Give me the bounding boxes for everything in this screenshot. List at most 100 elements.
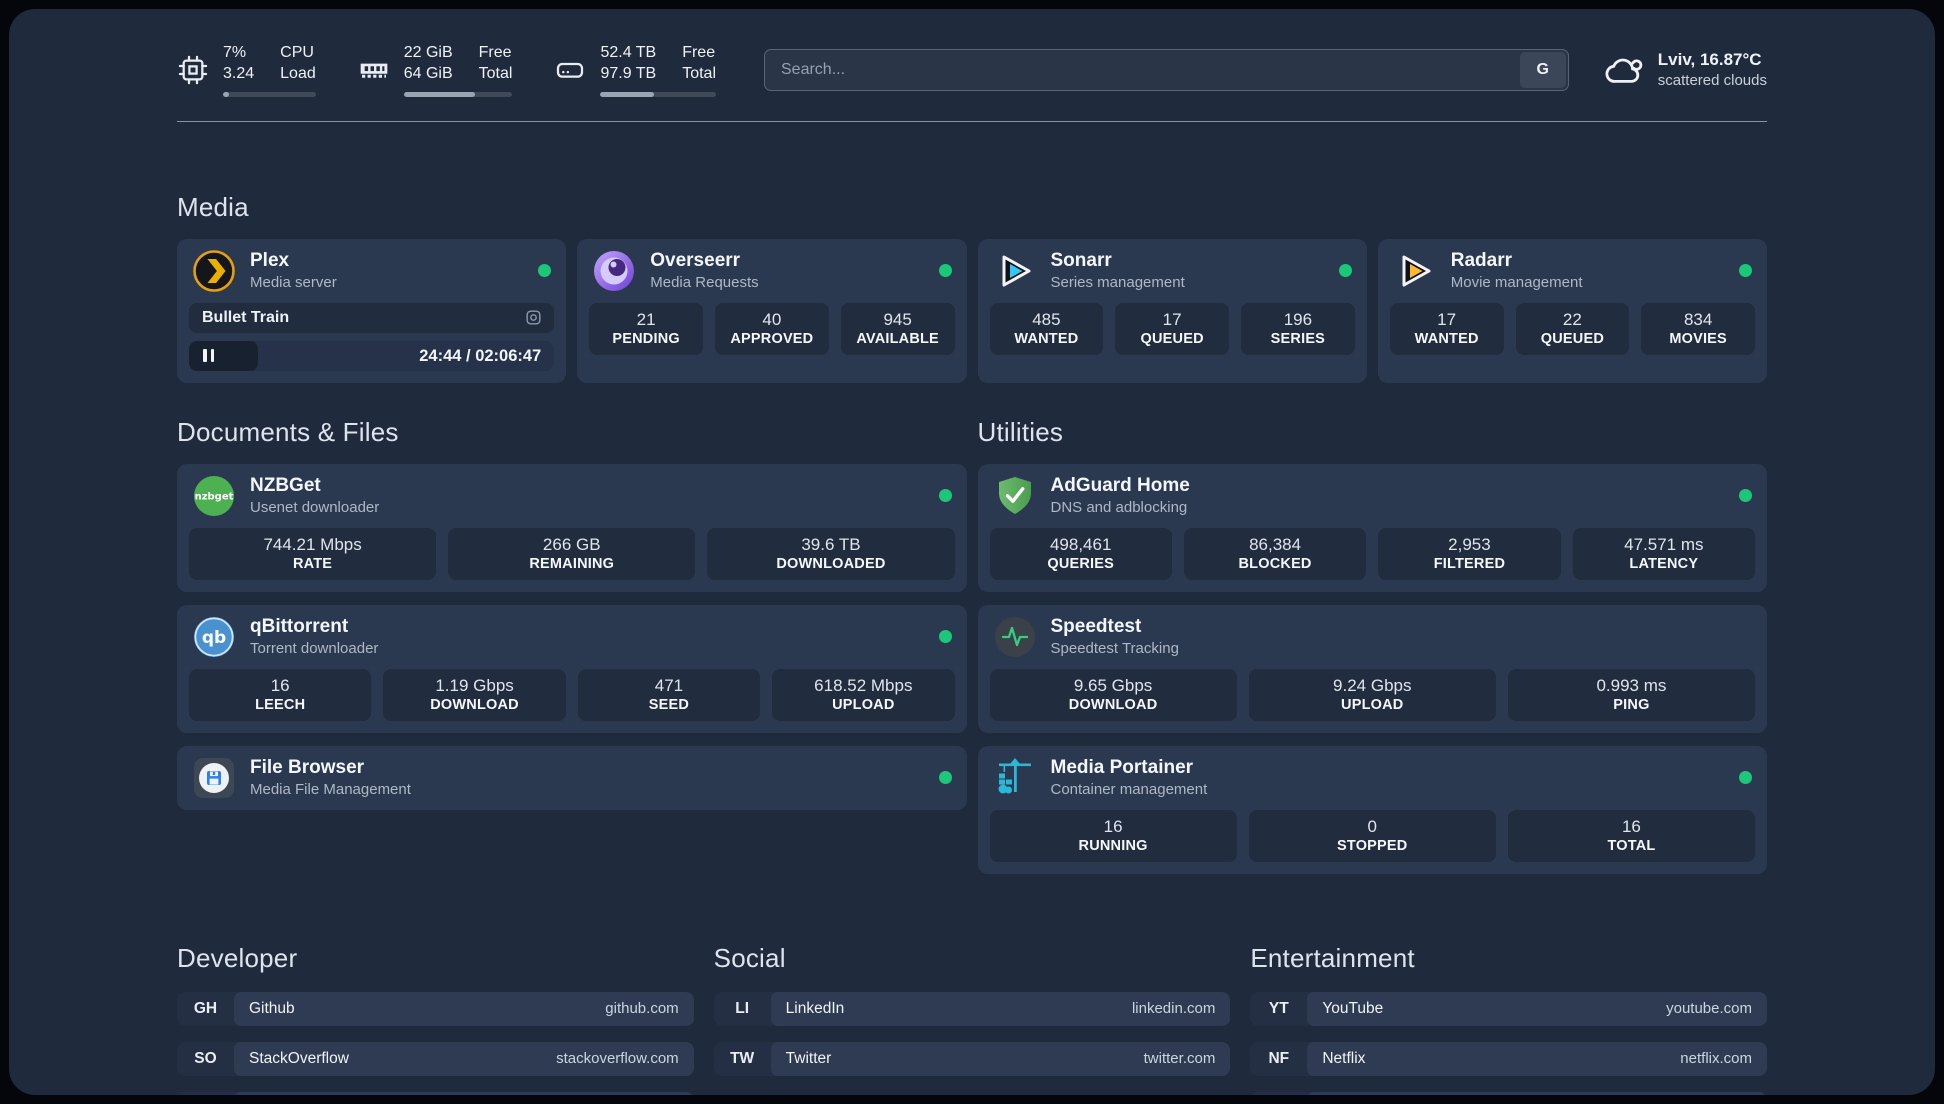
app-card-overseerr[interactable]: Overseerr Media Requests 21 PENDING 40 APP…	[577, 238, 967, 383]
storage-total-label: Total	[682, 64, 716, 82]
app-title: Speedtest	[1050, 615, 1142, 637]
app-card-speedtest[interactable]: Speedtest Speedtest Tracking 9.65 Gbps DO…	[977, 604, 1767, 733]
status-dot	[938, 630, 952, 644]
svg-text:qb: qb	[202, 628, 226, 648]
bookmark-reddit[interactable]: RE Redditreddit.com	[1250, 1091, 1767, 1095]
search-input[interactable]	[764, 48, 1569, 91]
section-title-media: Media	[177, 191, 249, 222]
status-dot	[938, 489, 952, 503]
app-title: AdGuard Home	[1050, 474, 1190, 496]
memory-total-value: 64 GiB	[403, 64, 453, 82]
now-playing-title: Bullet Train	[202, 308, 290, 326]
section-title-developer: Developer	[177, 942, 298, 973]
dashboard-panel: 7% 3.24 CPU Load 22 GiB 64 GiB Free Tota…	[9, 9, 1935, 1095]
app-card-filebrowser[interactable]: File Browser Media File Management	[177, 745, 967, 810]
stat-tile: 9.65 Gbps DOWNLOAD	[989, 668, 1237, 721]
stat-tile: 471 SEED	[577, 668, 761, 721]
weather-location: Lviv, 16.87°C	[1657, 50, 1762, 70]
stat-tile: 744.21 Mbps RATE	[189, 527, 437, 580]
entertainment-section: Entertainment YT YouTube youtube.com NF N…	[1250, 943, 1767, 1095]
pause-button[interactable]	[203, 349, 214, 363]
app-card-sonarr[interactable]: Sonarr Series management 485 WANTED 17 QUE…	[977, 238, 1367, 383]
app-title: Media Portainer	[1050, 756, 1194, 778]
cpu-load-label: Load	[280, 64, 316, 82]
stat-tile: 16 RUNNING	[989, 809, 1237, 862]
stat-tile: 39.6 TB DOWNLOADED	[707, 527, 955, 580]
developer-section: Developer GH Github github.com SO StackOv…	[177, 943, 694, 1095]
stat-tile: 0.993 ms PING	[1507, 668, 1756, 721]
bookmark-linkedin[interactable]: LI LinkedIn linkedin.com	[713, 991, 1231, 1026]
nzbget-icon: nzbget	[192, 474, 236, 518]
bookmark-github[interactable]: GH Github github.com	[177, 991, 694, 1026]
status-dot	[1338, 264, 1352, 278]
storage-icon	[557, 62, 584, 78]
social-section: Social LI LinkedIn linkedin.com TW Twitte…	[713, 942, 1231, 1095]
app-card-nzbget[interactable]: nzbget NZBGet Usenet downloader 744.21 M…	[177, 463, 967, 592]
cpu-usage-value: 7%	[223, 44, 247, 61]
stat-tile: 834 MOVIES	[1641, 302, 1755, 355]
portainer-icon	[993, 756, 1037, 800]
app-card-radarr[interactable]: Radarr Movie management 17 WANTED 22 QUEUE…	[1377, 238, 1767, 383]
topbar: 7% 3.24 CPU Load 22 GiB 64 GiB Free Tota…	[177, 43, 1767, 97]
stat-tile: 485 WANTED	[989, 302, 1104, 355]
memory-stat: 22 GiB 64 GiB Free Total	[358, 43, 513, 97]
app-subtitle: Media File Management	[250, 780, 411, 798]
topbar-divider	[177, 120, 1767, 122]
cpu-icon	[178, 55, 208, 84]
bookmark-netflix[interactable]: NF Netflix netflix.com	[1250, 1041, 1767, 1076]
stat-tile: 16 LEECH	[189, 668, 372, 721]
status-dot	[1739, 489, 1752, 503]
stat-tile: 266 GB REMAINING	[448, 527, 696, 580]
app-card-portainer[interactable]: Media Portainer Container management 16 R…	[977, 745, 1767, 874]
bookmark-twitter[interactable]: TW Twitter twitter.com	[713, 1041, 1231, 1076]
app-subtitle: Usenet downloader	[250, 498, 380, 516]
app-subtitle: Media Requests	[650, 273, 759, 291]
sonarr-icon	[993, 249, 1037, 293]
status-dot	[1739, 771, 1752, 785]
status-dot	[938, 264, 952, 278]
status-dot	[1739, 264, 1752, 278]
speedtest-icon	[993, 615, 1037, 659]
app-card-qbittorrent[interactable]: qb qBittorrent Torrent downloader 16 LEEC…	[177, 604, 967, 733]
section-title-utilities: Utilities	[977, 416, 1064, 447]
stat-tile: 47.571 ms LATENCY	[1572, 527, 1755, 580]
app-subtitle: Speedtest Tracking	[1050, 639, 1179, 657]
stat-tile: 498,461 QUERIES	[989, 527, 1172, 580]
cpu-usage-bar	[223, 91, 316, 97]
memory-icon	[360, 63, 388, 78]
app-title: Sonarr	[1050, 249, 1112, 271]
app-title: Overseerr	[650, 249, 741, 271]
app-card-adguard[interactable]: AdGuard Home DNS and adblocking 498,461 Q…	[977, 463, 1767, 592]
status-dot	[538, 264, 552, 278]
storage-total-value: 97.9 TB	[600, 64, 657, 82]
app-subtitle: Movie management	[1450, 273, 1583, 291]
documents-column: Documents & Files nzbget NZBGet Usenet d…	[177, 417, 967, 823]
bookmark-youtube[interactable]: YT YouTube youtube.com	[1250, 991, 1767, 1026]
dashboard: 7% 3.24 CPU Load 22 GiB 64 GiB Free Tota…	[0, 0, 1944, 1104]
svg-text:nzbget: nzbget	[195, 491, 234, 502]
memory-total-label: Total	[478, 64, 513, 82]
bookmark-dev[interactable]: DT DEVdev.to	[177, 1091, 694, 1095]
app-subtitle: DNS and adblocking	[1050, 498, 1188, 516]
storage-stat: 52.4 TB 97.9 TB Free Total	[554, 43, 716, 97]
bookmark-stackoverflow[interactable]: SO StackOverflow stackoverflow.com	[177, 1041, 694, 1076]
section-title-social: Social	[713, 942, 786, 973]
memory-usage-bar	[403, 91, 513, 97]
app-card-plex[interactable]: Plex Media server Bullet Train 24:44 / 0…	[177, 238, 567, 383]
stat-tile: 0 STOPPED	[1248, 809, 1496, 862]
overseerr-icon	[592, 249, 636, 293]
stat-tile: 21 PENDING	[589, 302, 703, 355]
stat-tile: 16 TOTAL	[1507, 809, 1756, 862]
weather-condition: scattered clouds	[1657, 72, 1767, 90]
radarr-icon	[1393, 249, 1437, 293]
media-grid: Plex Media server Bullet Train 24:44 / 0…	[177, 238, 1767, 383]
app-title: NZBGet	[250, 474, 321, 496]
google-search-button[interactable]: G	[1519, 51, 1566, 88]
stat-tile: 196 SERIES	[1241, 302, 1355, 355]
storage-usage-bar	[600, 91, 716, 97]
section-title-documents: Documents & Files	[177, 416, 399, 447]
weather-widget: Lviv, 16.87°C scattered clouds	[1603, 49, 1767, 91]
plex-icon	[192, 249, 236, 293]
status-dot	[938, 771, 952, 785]
app-subtitle: Container management	[1050, 780, 1208, 798]
